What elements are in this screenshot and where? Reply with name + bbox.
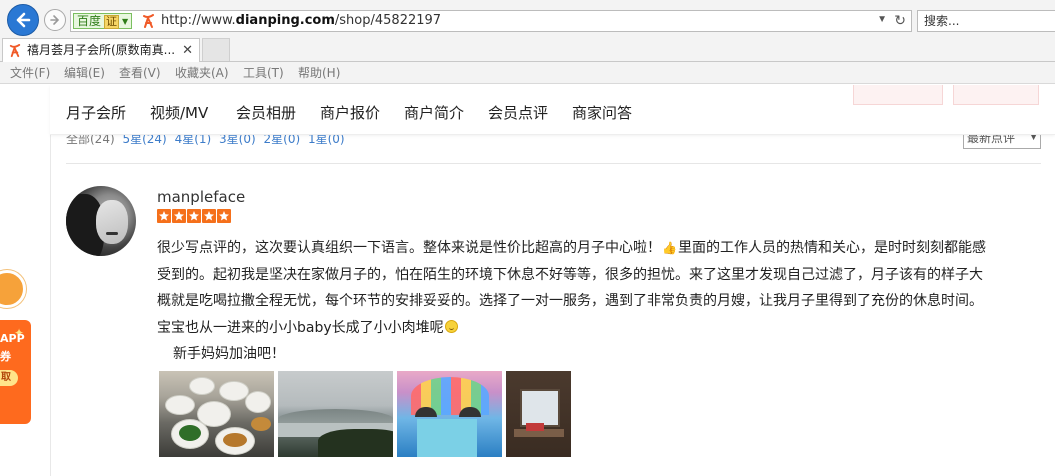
review-line: 受到的。起初我是坚决在家做月子的，怕在陌生的环境下休息不好等等，很多的担忧。来了… [157,266,983,283]
nav-item-intro[interactable]: 商户简介 [404,104,464,122]
menu-view[interactable]: 查看(V) [119,65,161,81]
tab-active[interactable]: 禧月荟月子会所(原数南真... ✕ [2,38,200,62]
thumbs-up-icon: 👍 [662,241,677,255]
chevron-down-icon: ▼ [122,17,129,26]
refresh-icon[interactable]: ↻ [894,12,906,29]
review-line: 很少写点评的，这次要认真组织一下语言。整体来说是性价比超高的月子中心啦！ [157,240,661,256]
shop-nav: 月子会所 视频/MV 会员相册 商户报价 商户简介 会员点评 商家问答 [50,85,1055,135]
divider [66,163,1041,164]
star-icon [172,209,186,223]
arrow-right-icon [50,15,60,25]
url-dropdown-icon[interactable]: ▼ [877,14,887,25]
page-content: ✦ APP 券 取 月子会所 视频/MV 会员相册 商户报价 商户简介 会员点评… [0,85,1055,476]
promo-get-button[interactable]: 取 [0,370,18,386]
nav-item-qa[interactable]: 商家问答 [572,104,632,122]
menu-edit[interactable]: 编辑(E) [64,65,105,81]
star-icon [187,209,201,223]
star-icon [157,209,171,223]
review-line: 新手妈妈加油吧！ [173,346,285,362]
photo-rainbow-room[interactable] [397,371,502,457]
mascot-icon [0,270,26,308]
filter-5-star[interactable]: 5星(24) [122,135,166,146]
address-bar[interactable]: 百度证 ▼ http://www.dianping.com/shop/458221… [70,10,912,32]
review-line: 里面的工作人员的热情和关心，是时时刻刻都能感 [677,240,986,256]
nav-item-video[interactable]: 视频/MV [150,104,208,122]
nav-item-album[interactable]: 会员相册 [236,104,296,122]
star-icon [217,209,231,223]
menu-bar: 文件(F) 编辑(E) 查看(V) 收藏夹(A) 工具(T) 帮助(H) [0,62,1055,84]
menu-help[interactable]: 帮助(H) [298,65,340,81]
filter-1-star[interactable]: 1星(0) [308,135,345,146]
menu-file[interactable]: 文件(F) [10,65,50,81]
photo-lake-view[interactable] [278,371,393,457]
close-icon[interactable]: ✕ [182,42,193,58]
smile-emoji-icon [444,319,458,333]
certificate-badge[interactable]: 百度证 ▼ [73,13,133,29]
promo-app-label: APP [0,332,25,345]
rating-filter: 全部(24) 5星(24) 4星(1) 3星(0) 2星(0) 1星(0) [66,135,1041,149]
photo-dishes[interactable] [159,371,274,457]
filter-4-star[interactable]: 4星(1) [175,135,212,146]
filter-all[interactable]: 全部(24) [66,135,115,146]
url-text: http://www.dianping.com/shop/45822197 [161,13,442,28]
forward-button[interactable] [44,9,66,31]
photo-window[interactable] [506,371,571,457]
dianping-logo-icon [143,14,154,28]
left-border [50,85,51,476]
tab-title: 禧月荟月子会所(原数南真... [27,43,176,57]
address-row: 百度证 ▼ http://www.dianping.com/shop/458221… [0,0,1055,40]
review-username[interactable]: manpleface [157,188,245,206]
cert-label: 百度 [77,14,102,28]
review-text: 很少写点评的，这次要认真组织一下语言。整体来说是性价比超高的月子中心啦！👍里面的… [157,235,1037,368]
nav-ghost-button [953,85,1039,105]
nav-item-confinement-center[interactable]: 月子会所 [66,104,126,122]
search-input[interactable]: 搜索... [917,10,1055,32]
review-line: 宝宝也从一进来的小小baby长成了小小肉堆呢 [157,319,444,336]
nav-item-reviews[interactable]: 会员点评 [488,104,548,122]
dianping-logo-icon [9,44,21,58]
arrow-left-icon [16,12,31,28]
review-line: 概就是吃喝拉撒全程无忧，每个环节的安排妥妥的。选择了一对一服务，遇到了非常负责的… [157,293,983,309]
avatar[interactable] [66,186,136,256]
new-tab-button[interactable] [202,38,230,61]
nav-ghost-button [853,85,943,105]
chevron-down-icon: ▼ [1030,135,1037,142]
filter-3-star[interactable]: 3星(0) [219,135,256,146]
sort-select[interactable]: 最新点评 ▼ [963,135,1041,149]
cert-badge: 证 [104,15,120,29]
app-promo-widget[interactable]: ✦ APP 券 取 [0,270,31,425]
star-icon [202,209,216,223]
filter-2-star[interactable]: 2星(0) [264,135,301,146]
back-button[interactable] [7,4,39,36]
tab-bar: 禧月荟月子会所(原数南真... ✕ [0,38,1055,62]
promo-coupon-label: 券 [0,350,11,363]
menu-tools[interactable]: 工具(T) [243,65,284,81]
rating-stars [157,209,231,223]
nav-item-pricing[interactable]: 商户报价 [320,104,380,122]
menu-favorites[interactable]: 收藏夹(A) [175,65,229,81]
